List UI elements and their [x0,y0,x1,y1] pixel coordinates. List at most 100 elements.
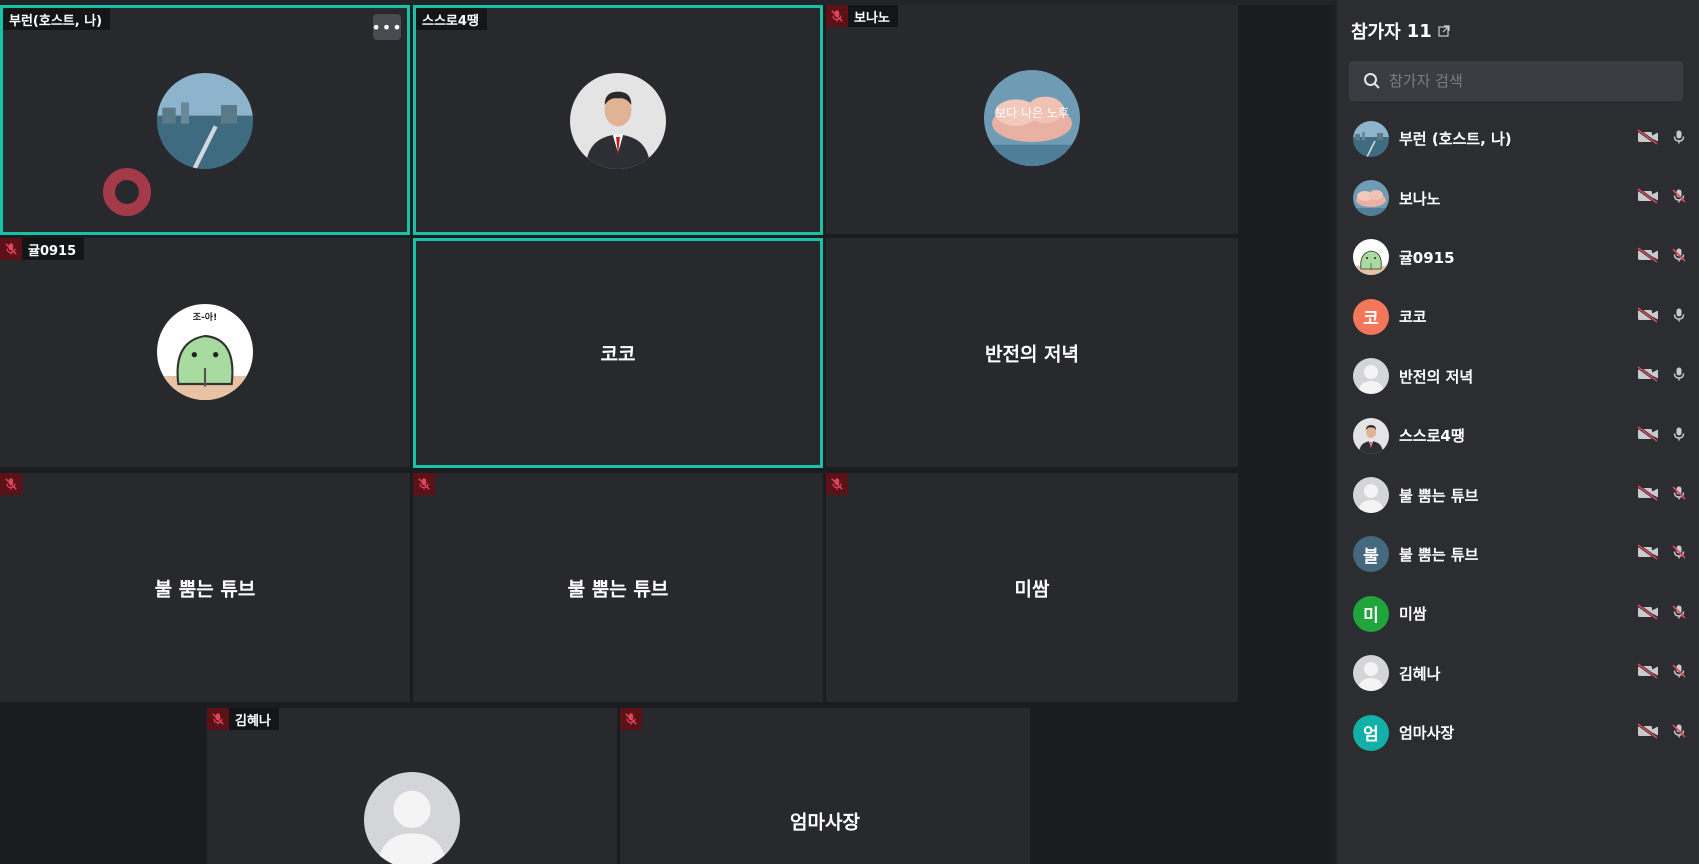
mic-muted-icon[interactable] [1671,247,1687,267]
participant-name: 스스로4땡 [1399,427,1465,446]
tile-name: 스스로4땡 [422,13,479,29]
video-tile-seuseuro[interactable]: 스스로4땡 [413,5,823,235]
participant-name: 불 뿜는 튜브 [1399,545,1479,564]
participant-name: 엄마사장 [1399,724,1455,743]
participant-list: 부런 (호스트, 나) 보나노 귤0915 코 코코 반전의 저녁 스스로4땡 [1337,109,1699,762]
participant-row[interactable]: 불 뿜는 튜브 [1337,465,1699,524]
tile-name: 보나노 [854,10,890,26]
avatar [1353,358,1389,394]
popout-icon[interactable] [1438,21,1450,42]
participant-row[interactable]: 코 코코 [1337,287,1699,346]
mic-muted-icon[interactable] [1671,723,1687,743]
mic-muted-icon[interactable] [1671,544,1687,564]
name-tag: 보나노 [826,5,898,27]
participant-row[interactable]: 엄 엄마사장 [1337,703,1699,762]
mic-icon[interactable] [1671,129,1687,149]
name-tag: 스스로4땡 [416,8,487,30]
avatar [157,73,253,169]
mic-muted-icon[interactable] [1671,663,1687,683]
avatar [570,73,666,169]
participant-row[interactable]: 스스로4땡 [1337,406,1699,465]
participant-name: 미쌈 [1014,578,1050,600]
avatar [1353,655,1389,691]
camera-off-icon[interactable] [1637,544,1659,564]
participant-count: 11 [1406,20,1432,42]
avatar-caption: 보다 나은 노후 [995,106,1069,120]
tile-name: 김혜나 [235,713,271,729]
name-tag: 부런(호스트, 나) [3,8,111,30]
avatar [364,772,460,864]
video-tile-missam[interactable]: 미쌈 [826,473,1238,702]
avatar [1353,180,1389,216]
tile-name: 부런(호스트, 나) [9,13,103,29]
participant-name: 코코 [1399,308,1427,327]
participant-name: 보나노 [1399,189,1441,208]
avatar: 엄 [1353,714,1389,751]
video-tile-kimhyena[interactable]: 김혜나 [207,708,617,864]
mic-muted-icon [620,708,642,730]
participant-search[interactable] [1349,61,1683,101]
camera-off-icon[interactable] [1637,188,1659,208]
video-tile-bul-2[interactable]: 불 뿜는 튜브 [413,473,823,702]
participant-name: 반전의 저녁 [984,343,1079,365]
mic-muted-icon[interactable] [1671,604,1687,624]
mic-muted-icon [0,238,22,260]
camera-off-icon[interactable] [1637,129,1659,149]
avatar [1353,418,1389,454]
video-tile-buron[interactable]: 부런(호스트, 나) ••• [0,5,410,235]
camera-off-icon[interactable] [1637,247,1659,267]
participant-name: 코코 [600,343,636,366]
video-tile-banjeon[interactable]: 반전의 저녁 [826,238,1238,467]
panel-title: 참가자 11 [1351,18,1450,44]
camera-off-icon[interactable] [1637,307,1659,327]
participant-row[interactable]: 반전의 저녁 [1337,347,1699,406]
camera-off-icon[interactable] [1637,426,1659,446]
participant-name: 귤0915 [1399,248,1455,267]
participant-name: 김혜나 [1399,664,1441,683]
camera-off-icon[interactable] [1637,366,1659,386]
participant-name: 불 뿜는 튜브 [567,578,669,600]
name-tag: 김혜나 [207,708,279,730]
video-tile-koko[interactable]: 코코 [413,238,823,468]
participant-name: 미쌈 [1399,605,1427,624]
participant-name: 부런 (호스트, 나) [1399,130,1512,149]
participant-row[interactable]: 불 불 뿜는 튜브 [1337,525,1699,584]
mic-muted-icon [826,473,848,495]
participant-row[interactable]: 부런 (호스트, 나) [1337,109,1699,168]
mic-muted-icon[interactable] [1671,485,1687,505]
search-input[interactable] [1387,71,1661,91]
camera-off-icon[interactable] [1637,485,1659,505]
participant-row[interactable]: 미 미쌈 [1337,584,1699,643]
avatar: 코 [1353,298,1389,335]
participant-row[interactable]: 김혜나 [1337,644,1699,703]
participant-name: 불 뿜는 튜브 [1399,486,1479,505]
avatar [1353,477,1389,513]
camera-off-icon[interactable] [1637,604,1659,624]
participant-name: 엄마사장 [790,811,860,834]
mic-icon[interactable] [1671,366,1687,386]
mic-muted-icon[interactable] [1671,188,1687,208]
video-gallery: 부런(호스트, 나) ••• 스스로4땡 보나노 보다 나은 노후 귤0915 … [0,0,1333,864]
mic-muted-icon [826,5,848,27]
name-tag: 귤0915 [0,238,85,260]
video-tile-bonano[interactable]: 보나노 보다 나은 노후 [826,5,1238,234]
video-tile-gyul[interactable]: 귤0915 조-아! [0,238,410,467]
avatar-caption: 조-아! [192,313,218,323]
mic-icon[interactable] [1671,307,1687,327]
avatar [1353,121,1389,157]
participant-name: 불 뿜는 튜브 [154,578,256,600]
avatar: 미 [1353,595,1389,632]
participant-name: 반전의 저녁 [1399,367,1474,386]
participant-row[interactable]: 보나노 [1337,168,1699,227]
video-tile-eomma[interactable]: 엄마사장 [620,708,1030,864]
mic-muted-icon [207,708,229,730]
mic-muted-icon [0,473,22,495]
avatar: 불 [1353,536,1389,573]
camera-off-icon[interactable] [1637,723,1659,743]
camera-off-icon[interactable] [1637,663,1659,683]
more-options-button[interactable]: ••• [371,14,402,40]
video-tile-bul-1[interactable]: 불 뿜는 튜브 [0,473,410,702]
mic-muted-icon [413,473,435,495]
participant-row[interactable]: 귤0915 [1337,228,1699,287]
mic-icon[interactable] [1671,426,1687,446]
